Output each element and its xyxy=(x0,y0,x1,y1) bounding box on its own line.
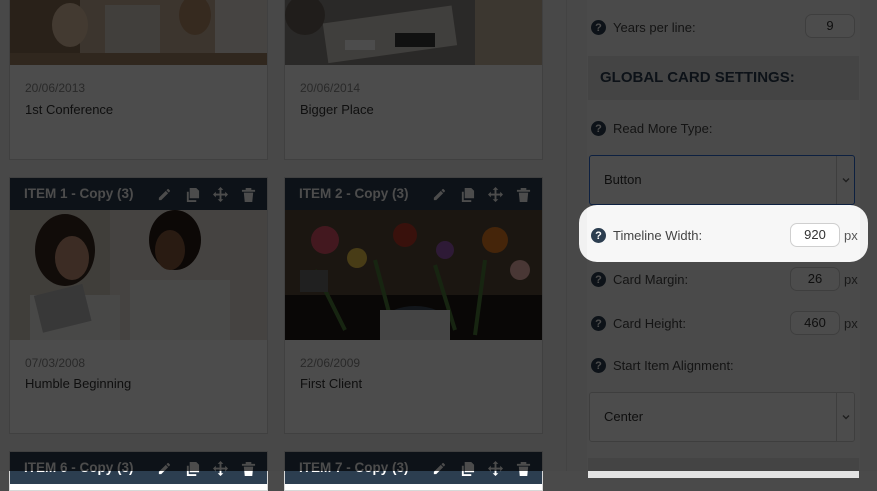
copy-icon[interactable] xyxy=(459,460,476,477)
read-more-type-value: Button xyxy=(604,172,642,187)
settings-sidebar: ? Years per line: 9 GLOBAL CARD SETTINGS… xyxy=(566,0,877,478)
timeline-card[interactable]: ITEM 6 - Copy (3) xyxy=(9,451,268,491)
card-toolbar xyxy=(156,452,257,484)
card-height-input[interactable]: 460 xyxy=(790,311,840,335)
timeline-width-input[interactable]: 920 xyxy=(790,223,840,247)
card-height-label: Card Height: xyxy=(613,316,686,331)
card-date: 07/03/2008 xyxy=(25,356,86,370)
copy-icon[interactable] xyxy=(459,186,476,203)
timeline-card[interactable]: ITEM 2 - Copy (3) 22/06/2009 First Clien… xyxy=(284,177,543,434)
help-icon[interactable]: ? xyxy=(591,121,606,136)
read-more-type-select[interactable]: Button xyxy=(589,155,855,205)
card-header[interactable]: ITEM 2 - Copy (3) xyxy=(285,178,542,210)
card-date: 20/06/2014 xyxy=(300,81,361,95)
card-date: 22/06/2009 xyxy=(300,356,361,370)
trash-icon[interactable] xyxy=(515,460,532,477)
chevron-down-icon[interactable] xyxy=(836,156,854,204)
card-image xyxy=(10,210,267,340)
timeline-card[interactable]: 20/06/2013 1st Conference xyxy=(9,0,268,160)
card-title: Bigger Place xyxy=(300,102,374,117)
timeline-width-unit: px xyxy=(844,228,858,243)
help-icon[interactable]: ? xyxy=(591,20,606,35)
years-per-line-row: ? Years per line: xyxy=(591,20,696,35)
card-header[interactable]: ITEM 1 - Copy (3) xyxy=(10,178,267,210)
card-title: Humble Beginning xyxy=(25,376,132,391)
card-image xyxy=(285,210,542,340)
start-item-alignment-row: ? Start Item Alignment: xyxy=(591,358,734,373)
card-toolbar xyxy=(156,178,257,210)
help-icon[interactable]: ? xyxy=(591,316,606,331)
card-header-title: ITEM 1 - Copy (3) xyxy=(24,186,134,201)
card-title: First Client xyxy=(300,376,363,391)
trash-icon[interactable] xyxy=(240,186,257,203)
help-icon[interactable]: ? xyxy=(591,228,606,243)
trash-icon[interactable] xyxy=(515,186,532,203)
card-height-unit: px xyxy=(844,316,858,331)
pencil-icon[interactable] xyxy=(431,460,448,477)
timeline-width-row: ? Timeline Width: xyxy=(591,228,702,243)
read-more-type-row: ? Read More Type: xyxy=(591,121,712,136)
card-date: 20/06/2013 xyxy=(25,81,86,95)
card-height-row: ? Card Height: xyxy=(591,316,686,331)
timeline-width-label: Timeline Width: xyxy=(613,228,703,243)
chevron-down-icon[interactable] xyxy=(836,393,854,441)
card-image xyxy=(10,0,267,65)
pencil-icon[interactable] xyxy=(156,460,173,477)
start-item-alignment-label: Start Item Alignment: xyxy=(613,358,734,373)
next-section-heading xyxy=(588,458,859,478)
card-margin-unit: px xyxy=(844,272,858,287)
trash-icon[interactable] xyxy=(240,460,257,477)
move-icon[interactable] xyxy=(487,186,504,203)
card-margin-row: ? Card Margin: xyxy=(591,272,688,287)
card-margin-label: Card Margin: xyxy=(613,272,689,287)
years-per-line-input[interactable]: 9 xyxy=(805,14,855,38)
card-header[interactable]: ITEM 6 - Copy (3) xyxy=(10,452,267,484)
card-header-title: ITEM 2 - Copy (3) xyxy=(299,186,409,201)
timeline-card[interactable]: ITEM 7 - Copy (3) xyxy=(284,451,543,491)
global-card-settings-heading: GLOBAL CARD SETTINGS: xyxy=(588,56,859,100)
copy-icon[interactable] xyxy=(184,186,201,203)
card-toolbar xyxy=(431,452,532,484)
move-icon[interactable] xyxy=(487,460,504,477)
timeline-card[interactable]: ITEM 1 - Copy (3) 07/03/2008 Humble Begi… xyxy=(9,177,268,434)
card-header[interactable]: ITEM 7 - Copy (3) xyxy=(285,452,542,484)
card-image xyxy=(285,0,542,65)
timeline-card[interactable]: 20/06/2014 Bigger Place xyxy=(284,0,543,160)
card-header-title: ITEM 7 - Copy (3) xyxy=(299,460,409,475)
card-margin-input[interactable]: 26 xyxy=(790,267,840,291)
years-per-line-label: Years per line: xyxy=(613,20,696,35)
card-title: 1st Conference xyxy=(25,102,114,117)
copy-icon[interactable] xyxy=(184,460,201,477)
pencil-icon[interactable] xyxy=(431,186,448,203)
card-header-title: ITEM 6 - Copy (3) xyxy=(24,460,134,475)
card-toolbar xyxy=(431,178,532,210)
help-icon[interactable]: ? xyxy=(591,272,606,287)
pencil-icon[interactable] xyxy=(156,186,173,203)
move-icon[interactable] xyxy=(212,460,229,477)
start-item-alignment-value: Center xyxy=(604,409,644,424)
read-more-type-label: Read More Type: xyxy=(613,121,713,136)
move-icon[interactable] xyxy=(212,186,229,203)
start-item-alignment-select[interactable]: Center xyxy=(589,392,855,442)
timeline-editor: 20/06/2013 1st Conference 20/06/2014 Big… xyxy=(0,0,877,491)
help-icon[interactable]: ? xyxy=(591,358,606,373)
